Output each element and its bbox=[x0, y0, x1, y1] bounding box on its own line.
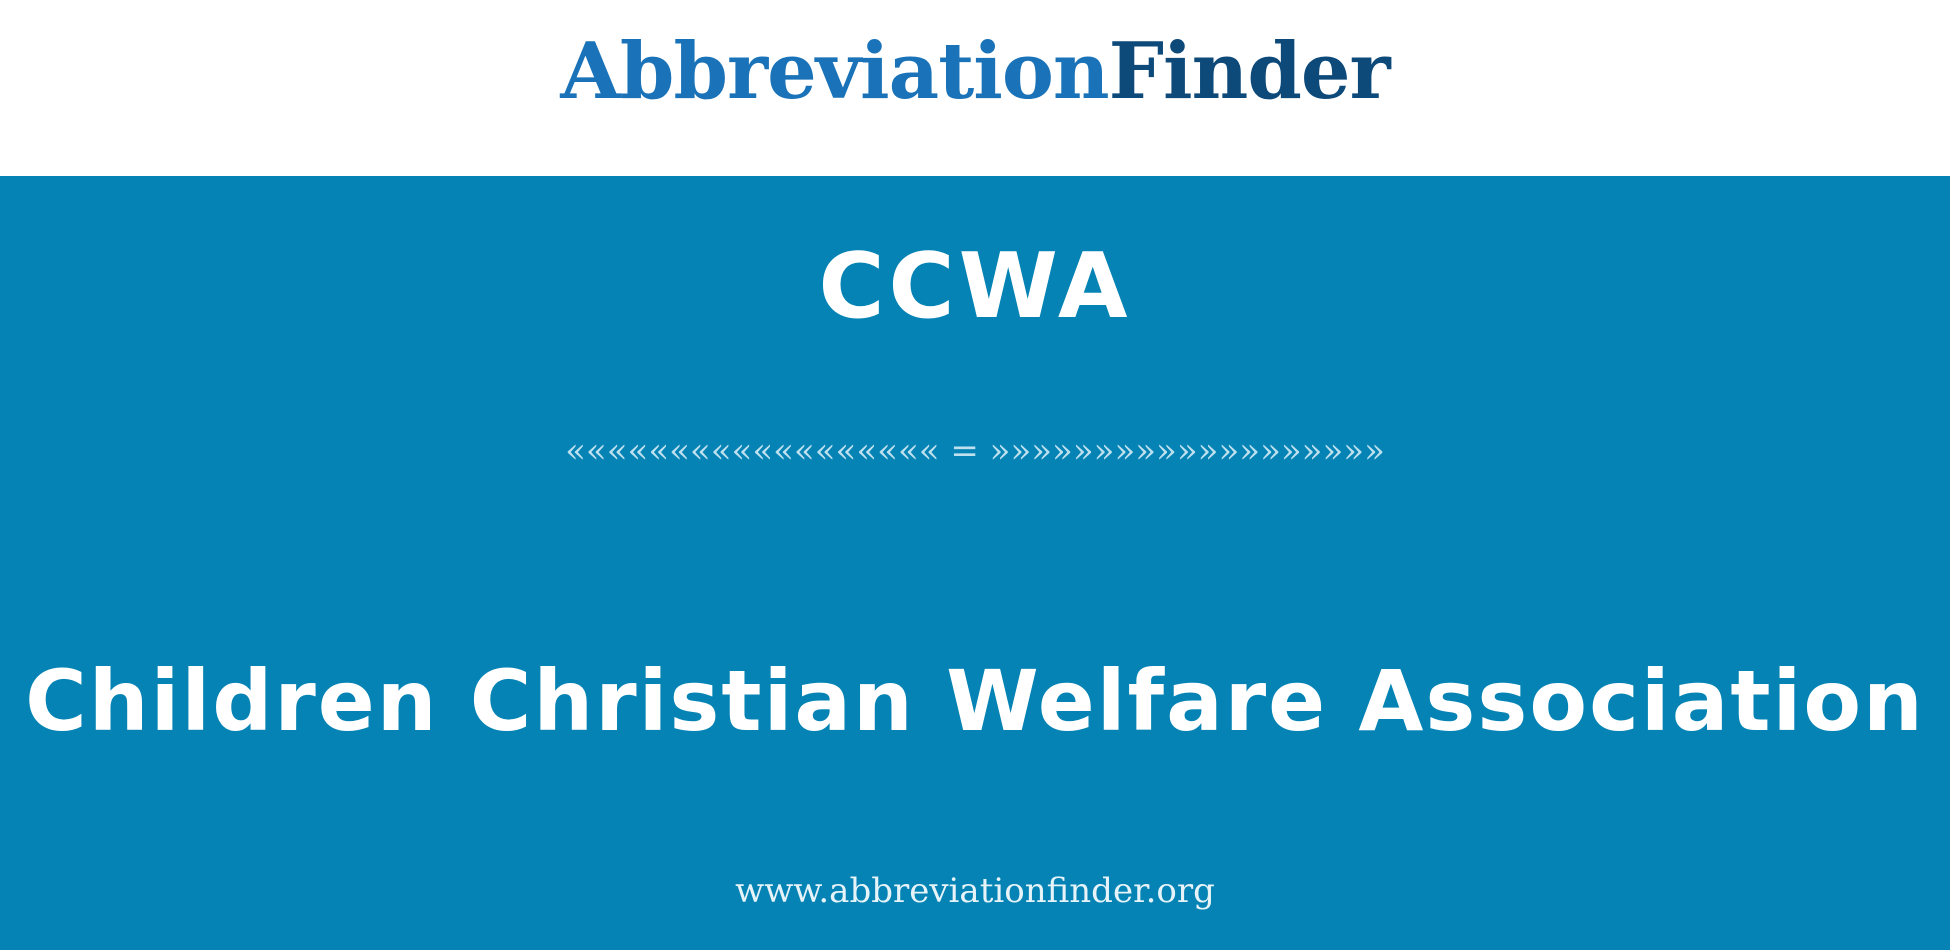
header: AbbreviationFinder bbox=[0, 0, 1950, 176]
abbreviation-title: CCWA bbox=[818, 234, 1132, 339]
website-url[interactable]: www.abbreviationfinder.org bbox=[0, 866, 1950, 916]
logo-word-finder: Finder bbox=[1108, 26, 1391, 117]
logo-word-abbreviation: Abbreviation bbox=[560, 26, 1109, 117]
full-form-text: Children Christian Welfare Association bbox=[25, 652, 1925, 750]
site-logo[interactable]: AbbreviationFinder bbox=[0, 22, 1950, 122]
abbreviation-banner: CCWA «««««««««««««««««« = »»»»»»»»»»»»»»… bbox=[0, 176, 1950, 950]
page: AbbreviationFinder CCWA ««««««««««««««««… bbox=[0, 0, 1950, 950]
equals-divider: «««««««««««««««««« = »»»»»»»»»»»»»»»»»»» bbox=[565, 431, 1385, 471]
